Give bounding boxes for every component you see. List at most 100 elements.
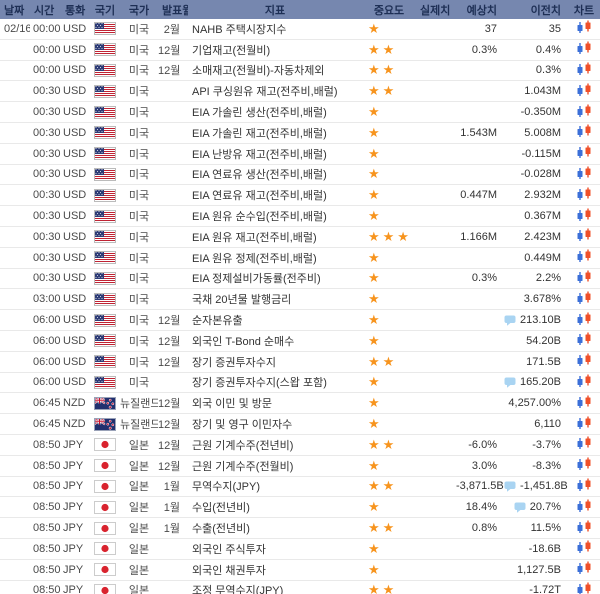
indicator-link[interactable]: NAHB 주택시장지수	[192, 24, 286, 36]
table-row[interactable]: 06:45NZD 뉴질랜드12월외국 이민 및 방문★4,257.00%	[0, 393, 600, 414]
table-row[interactable]: 06:00USD 미국12월장기 증권투자수지★★171.5B	[0, 351, 600, 372]
indicator-link[interactable]: 장기 증권투자수지	[192, 357, 276, 369]
candlestick-chart-icon[interactable]	[576, 20, 593, 34]
indicator-link[interactable]: 국채 20년물 발행금리	[192, 294, 291, 306]
comment-bubble-icon[interactable]	[514, 502, 526, 513]
candlestick-chart-icon[interactable]	[576, 395, 593, 409]
previous-cell: 11.5%	[504, 518, 568, 539]
indicator-link[interactable]: EIA 정제설비가동률(전주비)	[192, 273, 321, 285]
indicator-link[interactable]: EIA 원유 정제(전주비,배럴)	[192, 253, 317, 265]
indicator-link[interactable]: EIA 연료유 생산(전주비,배럴)	[192, 169, 327, 181]
table-row[interactable]: 00:30USD 미국EIA 연료유 생산(전주비,배럴)★-0.028M	[0, 164, 600, 185]
date-cell	[0, 206, 30, 227]
flag-cell	[90, 538, 120, 559]
candlestick-chart-icon[interactable]	[576, 62, 593, 76]
table-row[interactable]: 08:50JPY 일본1월무역수지(JPY)★★-3,871.5B -1,451…	[0, 476, 600, 497]
table-row[interactable]: 00:30USD 미국API 쿠싱원유 재고(전주비,배럴)★★1.043M	[0, 81, 600, 102]
candlestick-chart-icon[interactable]	[576, 540, 593, 554]
table-row[interactable]: 06:45NZD 뉴질랜드12월장기 및 영구 이민자수★6,110	[0, 414, 600, 435]
indicator-link[interactable]: 장기 증권투자수지(스왑 포함)	[192, 377, 327, 389]
forecast-cell	[456, 164, 504, 185]
indicator-link[interactable]: EIA 원유 순수입(전주비,배럴)	[192, 211, 327, 223]
chart-cell	[568, 580, 600, 594]
table-row[interactable]: 00:30USD 미국EIA 연료유 재고(전주비,배럴)★0.447M2.93…	[0, 185, 600, 206]
table-row[interactable]: 08:50JPY 일본1월수출(전년비)★★0.8%11.5%	[0, 518, 600, 539]
time-cell: 00:30	[30, 226, 61, 247]
table-row[interactable]: 00:30USD 미국EIA 난방유 재고(전주비,배럴)★-0.115M	[0, 143, 600, 164]
candlestick-chart-icon[interactable]	[576, 124, 593, 138]
candlestick-chart-icon[interactable]	[576, 374, 593, 388]
indicator-link[interactable]: EIA 가솔린 재고(전주비,배럴)	[192, 128, 327, 140]
indicator-link[interactable]: API 쿠싱원유 재고(전주비,배럴)	[192, 86, 338, 98]
candlestick-chart-icon[interactable]	[576, 208, 593, 222]
table-row[interactable]: 08:50JPY 일본외국인 주식투자★-18.6B	[0, 538, 600, 559]
candlestick-chart-icon[interactable]	[576, 561, 593, 575]
comment-bubble-icon[interactable]	[504, 481, 516, 492]
indicator-link[interactable]: 근원 기계수주(전년비)	[192, 440, 293, 452]
actual-cell	[416, 143, 456, 164]
indicator-link[interactable]: 장기 및 영구 이민자수	[192, 419, 292, 431]
indicator-link[interactable]: EIA 난방유 재고(전주비,배럴)	[192, 149, 327, 161]
table-row[interactable]: 00:30USD 미국EIA 가솔린 재고(전주비,배럴)★1.543M5.00…	[0, 122, 600, 143]
table-row[interactable]: 00:30USD 미국EIA 원유 순수입(전주비,배럴)★0.367M	[0, 206, 600, 227]
candlestick-chart-icon[interactable]	[576, 187, 593, 201]
candlestick-chart-icon[interactable]	[576, 416, 593, 430]
candlestick-chart-icon[interactable]	[576, 312, 593, 326]
table-row[interactable]: 06:00USD 미국장기 증권투자수지(스왑 포함)★ 165.20B	[0, 372, 600, 393]
candlestick-chart-icon[interactable]	[576, 520, 593, 534]
indicator-link[interactable]: 외국 이민 및 방문	[192, 398, 272, 410]
candlestick-chart-icon[interactable]	[576, 582, 593, 594]
indicator-link[interactable]: 소매재고(전월비)-자동차제외	[192, 65, 324, 77]
indicator-link[interactable]: EIA 가솔린 생산(전주비,배럴)	[192, 107, 327, 119]
table-row[interactable]: 08:50JPY 일본12월근원 기계수주(전월비)★3.0%-8.3%	[0, 455, 600, 476]
table-row[interactable]: 08:50JPY 일본외국인 채권투자★1,127.5B	[0, 559, 600, 580]
indicator-link[interactable]: EIA 원유 재고(전주비,배럴)	[192, 232, 317, 244]
comment-bubble-icon[interactable]	[504, 377, 516, 388]
actual-cell	[416, 60, 456, 81]
candlestick-chart-icon[interactable]	[576, 145, 593, 159]
table-row[interactable]: 08:50JPY 일본1월수입(전년비)★18.4% 20.7%	[0, 497, 600, 518]
chart-cell	[568, 226, 600, 247]
table-row[interactable]: 00:00USD 미국12월소매재고(전월비)-자동차제외★★0.3%	[0, 60, 600, 81]
country-cell: 미국	[120, 185, 158, 206]
comment-bubble-icon[interactable]	[504, 315, 516, 326]
actual-cell	[416, 164, 456, 185]
indicator-link[interactable]: EIA 연료유 재고(전주비,배럴)	[192, 190, 327, 202]
candlestick-chart-icon[interactable]	[576, 166, 593, 180]
indicator-link[interactable]: 근원 기계수주(전월비)	[192, 461, 293, 473]
table-row[interactable]: 08:50JPY 일본조정 무역수지(JPY)★★-1.72T	[0, 580, 600, 594]
indicator-link[interactable]: 수출(전년비)	[192, 523, 250, 535]
candlestick-chart-icon[interactable]	[576, 478, 593, 492]
indicator-link[interactable]: 외국인 주식투자	[192, 544, 266, 556]
indicator-link[interactable]: 조정 무역수지(JPY)	[192, 585, 283, 594]
importance-stars: ★★	[368, 520, 397, 535]
table-row[interactable]: 00:30USD 미국EIA 원유 재고(전주비,배럴)★★★1.166M2.4…	[0, 226, 600, 247]
candlestick-chart-icon[interactable]	[576, 499, 593, 513]
candlestick-chart-icon[interactable]	[576, 41, 593, 55]
candlestick-chart-icon[interactable]	[576, 457, 593, 471]
candlestick-chart-icon[interactable]	[576, 270, 593, 284]
indicator-link[interactable]: 외국인 T-Bond 순매수	[192, 336, 294, 348]
table-row[interactable]: 03:00USD 미국국채 20년물 발행금리★3.678%	[0, 289, 600, 310]
candlestick-chart-icon[interactable]	[576, 332, 593, 346]
table-row[interactable]: 00:00USD 미국12월기업재고(전월비)★★0.3%0.4%	[0, 39, 600, 60]
table-row[interactable]: 00:30USD 미국EIA 정제설비가동률(전주비)★0.3%2.2%	[0, 268, 600, 289]
indicator-link[interactable]: 무역수지(JPY)	[192, 481, 260, 493]
table-row[interactable]: 00:30USD 미국EIA 원유 정제(전주비,배럴)★0.449M	[0, 247, 600, 268]
table-row[interactable]: 00:30USD 미국EIA 가솔린 생산(전주비,배럴)★-0.350M	[0, 102, 600, 123]
table-row[interactable]: 02/1600:00USD 미국2월NAHB 주택시장지수★3735	[0, 19, 600, 39]
candlestick-chart-icon[interactable]	[576, 353, 593, 367]
table-row[interactable]: 06:00USD 미국12월외국인 T-Bond 순매수★54.20B	[0, 330, 600, 351]
candlestick-chart-icon[interactable]	[576, 104, 593, 118]
candlestick-chart-icon[interactable]	[576, 83, 593, 97]
table-row[interactable]: 06:00USD 미국12월순자본유출★ 213.10B	[0, 310, 600, 331]
candlestick-chart-icon[interactable]	[576, 228, 593, 242]
indicator-link[interactable]: 기업재고(전월비)	[192, 45, 270, 57]
indicator-link[interactable]: 수입(전년비)	[192, 502, 250, 514]
indicator-link[interactable]: 순자본유출	[192, 315, 243, 327]
candlestick-chart-icon[interactable]	[576, 436, 593, 450]
candlestick-chart-icon[interactable]	[576, 249, 593, 263]
indicator-link[interactable]: 외국인 채권투자	[192, 565, 266, 577]
candlestick-chart-icon[interactable]	[576, 291, 593, 305]
table-row[interactable]: 08:50JPY 일본12월근원 기계수주(전년비)★★-6.0%-3.7%	[0, 434, 600, 455]
